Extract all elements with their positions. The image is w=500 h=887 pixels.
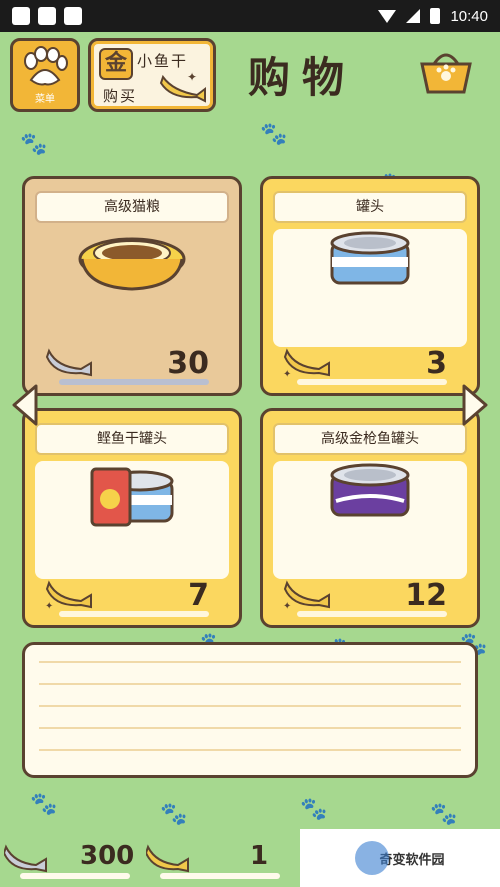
item-description-panel bbox=[22, 642, 478, 778]
previous-page-arrow[interactable] bbox=[10, 382, 40, 428]
tuna-can-icon bbox=[330, 463, 410, 517]
item-name: 高级金枪鱼罐头 bbox=[273, 423, 467, 455]
battery-icon bbox=[430, 8, 441, 24]
item-price: 30 bbox=[167, 346, 209, 381]
item-name: 高级猫粮 bbox=[35, 191, 229, 223]
shop-item-card[interactable]: 鲣鱼干罐头 ✦ 7 bbox=[22, 408, 242, 628]
page-title: 购物 bbox=[248, 53, 357, 102]
silver-fish-count: 300 bbox=[80, 841, 135, 871]
gold-fish-icon: ✦ bbox=[45, 580, 92, 612]
shop-item-card[interactable]: 高级猫粮 30 bbox=[22, 176, 242, 396]
svg-text:✦: ✦ bbox=[283, 369, 291, 380]
gold-fish-icon: ✦ bbox=[283, 348, 330, 380]
svg-text:✦: ✦ bbox=[283, 601, 291, 612]
status-time: 10:40 bbox=[450, 7, 488, 25]
svg-text:✦: ✦ bbox=[45, 601, 53, 612]
watermark-logo bbox=[355, 841, 390, 875]
buy-label-line2: 购买 bbox=[103, 87, 138, 105]
silver-fish-icon bbox=[4, 844, 47, 873]
menu-button[interactable]: 菜单 bbox=[10, 38, 80, 112]
bonito-can-icon bbox=[90, 467, 174, 527]
svg-text:✦: ✦ bbox=[187, 70, 197, 84]
canned-food-icon bbox=[330, 231, 410, 285]
menu-label: 菜单 bbox=[35, 93, 55, 105]
shop-item-card[interactable]: 高级金枪鱼罐头 ✦ 12 bbox=[260, 408, 480, 628]
item-name: 罐头 bbox=[273, 191, 467, 223]
item-price: 3 bbox=[426, 346, 447, 381]
notification-icon bbox=[12, 7, 30, 25]
next-page-arrow[interactable] bbox=[460, 382, 490, 428]
watermark-text: 奇变软件园 bbox=[379, 852, 445, 868]
signal-icon bbox=[406, 9, 421, 23]
basket-icon[interactable] bbox=[418, 46, 474, 96]
gold-badge: 金 bbox=[99, 48, 133, 80]
item-price: 12 bbox=[405, 578, 447, 613]
gold-fish-icon bbox=[146, 844, 189, 873]
silver-fish-icon bbox=[45, 348, 92, 377]
item-name: 鲣鱼干罐头 bbox=[35, 423, 229, 455]
status-bar: 10:40 bbox=[0, 0, 500, 32]
paw-icon bbox=[24, 45, 68, 85]
buy-label-line1: 小鱼干 bbox=[137, 52, 189, 70]
watermark: 奇变软件园 bbox=[300, 829, 500, 887]
buy-dried-fish-button[interactable]: 金 小鱼干 购买 ✦ bbox=[88, 38, 216, 112]
notification-icon bbox=[38, 7, 56, 25]
gold-fish-count: 1 bbox=[250, 841, 269, 871]
gold-fish-icon: ✦ bbox=[159, 70, 206, 103]
cat-food-bowl-icon bbox=[78, 237, 186, 291]
shop-item-card[interactable]: 罐头 ✦ 3 bbox=[260, 176, 480, 396]
item-price: 7 bbox=[188, 578, 209, 613]
gold-fish-icon: ✦ bbox=[283, 580, 330, 612]
wifi-icon bbox=[378, 9, 397, 23]
notification-icon bbox=[64, 7, 82, 25]
currency-bar: 300 1 bbox=[0, 839, 300, 879]
